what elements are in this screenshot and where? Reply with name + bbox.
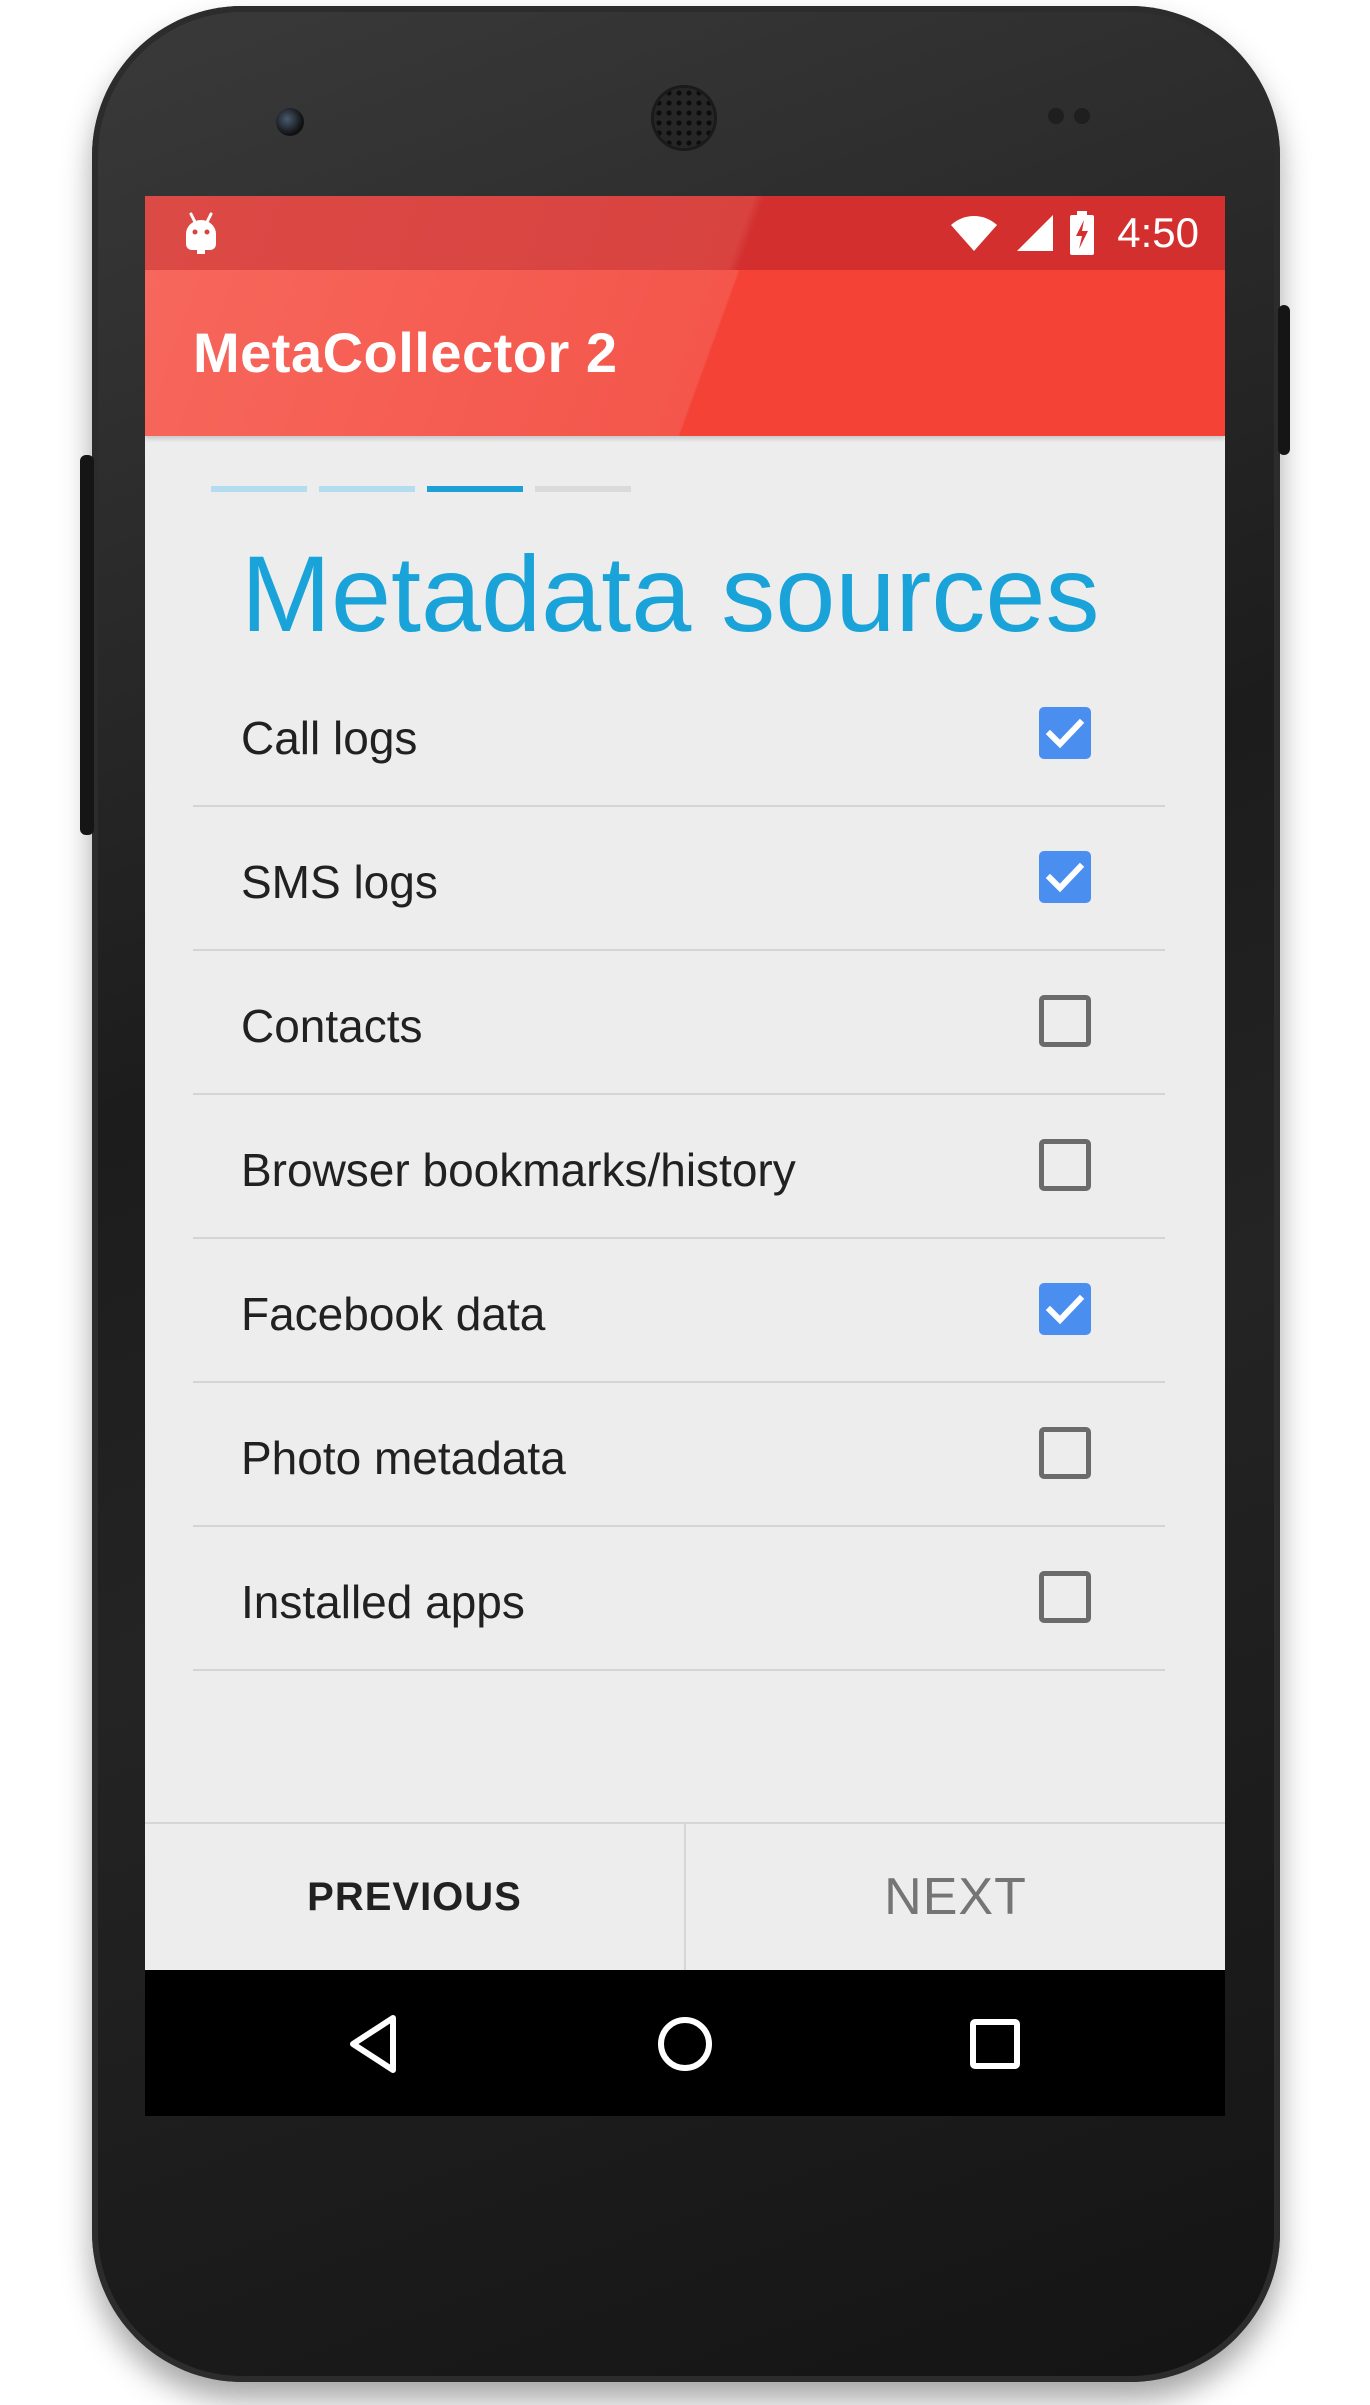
earpiece-speaker	[654, 88, 714, 148]
wizard-progress-indicator	[211, 486, 631, 492]
status-bar: 4:50	[145, 196, 1225, 270]
source-row[interactable]: Contacts	[193, 951, 1165, 1095]
app-title: MetaCollector 2	[193, 321, 618, 384]
wizard-footer: PREVIOUS NEXT	[145, 1822, 1225, 1970]
checkbox-checked[interactable]	[1039, 707, 1091, 759]
source-row[interactable]: Browser bookmarks/history	[193, 1095, 1165, 1239]
source-label: Contacts	[241, 1000, 423, 1052]
navigation-bar	[145, 1970, 1225, 2116]
source-row[interactable]: Call logs	[193, 663, 1165, 807]
checkbox-unchecked[interactable]	[1039, 995, 1091, 1047]
wizard-step-indicator	[427, 486, 523, 492]
checkbox-unchecked[interactable]	[1039, 1571, 1091, 1623]
proximity-sensors	[1048, 108, 1108, 126]
signal-icon	[1017, 215, 1054, 251]
checkmark-icon	[1045, 1294, 1085, 1325]
checkbox-unchecked[interactable]	[1039, 1139, 1091, 1191]
wifi-icon	[951, 216, 998, 251]
metadata-source-list: Call logs SMS logs Contacts Browser bookmar…	[193, 663, 1165, 1671]
source-label: Photo metadata	[241, 1432, 566, 1484]
screen: 4:50 MetaCollector 2 Metadata sources Ca…	[145, 196, 1225, 2116]
wizard-step-indicator	[535, 486, 631, 492]
wizard-step-indicator	[211, 486, 307, 492]
source-label: SMS logs	[241, 856, 438, 908]
checkbox-checked[interactable]	[1039, 1283, 1091, 1335]
app-bar: MetaCollector 2	[145, 270, 1225, 436]
source-label: Call logs	[241, 712, 418, 764]
recents-icon[interactable]	[965, 2012, 1025, 2076]
power-button	[1278, 305, 1290, 455]
status-time: 4:50	[1117, 209, 1199, 256]
battery-charging-icon	[1070, 211, 1095, 255]
source-label: Facebook data	[241, 1288, 546, 1340]
source-row[interactable]: Photo metadata	[193, 1383, 1165, 1527]
wizard-step-indicator	[319, 486, 415, 492]
source-label: Browser bookmarks/history	[241, 1144, 796, 1196]
checkbox-unchecked[interactable]	[1039, 1427, 1091, 1479]
checkbox-checked[interactable]	[1039, 851, 1091, 903]
front-camera	[276, 108, 304, 136]
source-label: Installed apps	[241, 1576, 525, 1628]
source-row[interactable]: SMS logs	[193, 807, 1165, 951]
source-row[interactable]: Facebook data	[193, 1239, 1165, 1383]
checkmark-icon	[1045, 718, 1085, 749]
back-icon[interactable]	[343, 2012, 403, 2076]
status-icons: 4:50	[949, 206, 1199, 260]
previous-button[interactable]: PREVIOUS	[145, 1824, 686, 1970]
volume-button	[80, 455, 94, 835]
checkmark-icon	[1045, 862, 1085, 893]
page-title: Metadata sources	[241, 533, 1100, 654]
next-button[interactable]: NEXT	[686, 1824, 1225, 1970]
home-icon[interactable]	[653, 2012, 717, 2076]
source-row[interactable]: Installed apps	[193, 1527, 1165, 1671]
android-debug-icon	[186, 212, 216, 254]
